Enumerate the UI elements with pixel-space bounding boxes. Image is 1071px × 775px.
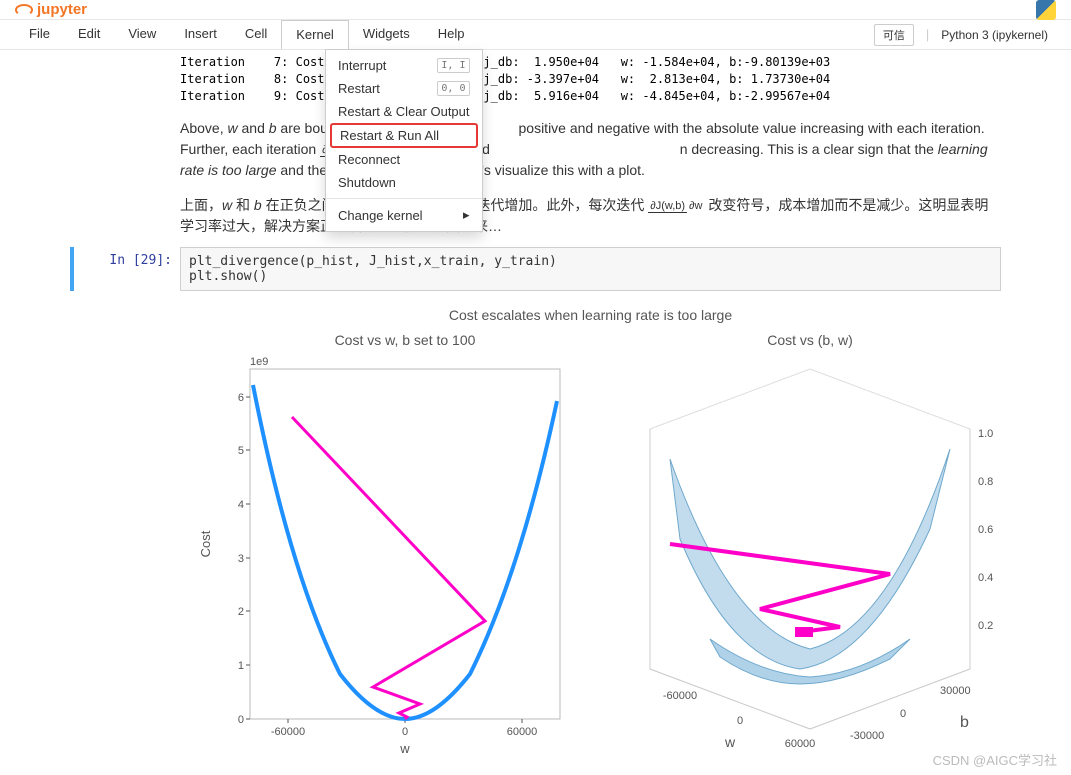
menu-cell[interactable]: Cell (231, 20, 281, 49)
output-iteration-lines: Iteration 7: Cost i6e+04, dj_db: 1.950e+… (180, 54, 1001, 104)
svg-text:0.2: 0.2 (978, 620, 993, 632)
xlabel-b: b (960, 714, 969, 731)
shortcut: 0, 0 (437, 81, 469, 96)
plot-title: Cost vs (b, w) (767, 332, 853, 348)
svg-text:1: 1 (238, 660, 244, 672)
menu-widgets[interactable]: Widgets (349, 20, 424, 49)
plot-title: Cost vs w, b set to 100 (335, 332, 476, 348)
kernel-restart[interactable]: Restart 0, 0 (326, 77, 482, 100)
code-input[interactable]: plt_divergence(p_hist, J_hist,x_train, y… (180, 247, 1001, 291)
menu-help[interactable]: Help (424, 20, 479, 49)
label: Restart & Clear Output (338, 104, 470, 119)
svg-text:0: 0 (402, 726, 408, 738)
svg-text:0: 0 (900, 708, 906, 720)
plot-cost-vs-bw: Cost vs (b, w) 0.2 0.4 0.6 0.8 (610, 329, 1010, 759)
svg-text:60000: 60000 (785, 738, 816, 750)
label: Shutdown (338, 175, 396, 190)
svg-text:6: 6 (238, 392, 244, 404)
svg-text:3: 3 (238, 553, 244, 565)
kernel-restart-clear[interactable]: Restart & Clear Output (326, 100, 482, 123)
kernel-name[interactable]: Python 3 (ipykernel) (941, 28, 1048, 42)
label: Restart & Run All (340, 128, 439, 143)
shortcut: I, I (437, 58, 469, 73)
kernel-restart-run-all[interactable]: Restart & Run All (330, 123, 478, 148)
divider (326, 198, 482, 199)
plot-cost-vs-w: Cost vs w, b set to 100 1e9 0 1 2 3 4 5 … (180, 329, 580, 759)
ylabel: Cost (198, 531, 213, 558)
svg-text:0: 0 (238, 714, 244, 726)
menu-view[interactable]: View (114, 20, 170, 49)
code-cell[interactable]: In [29]: plt_divergence(p_hist, J_hist,x… (70, 247, 1001, 291)
menu-kernel[interactable]: Kernel (281, 20, 349, 49)
svg-text:60000: 60000 (507, 726, 538, 738)
svg-text:4: 4 (238, 499, 244, 511)
jupyter-icon (15, 4, 33, 16)
menu-insert[interactable]: Insert (170, 20, 231, 49)
label: Restart (338, 81, 380, 96)
label: Change kernel (338, 208, 423, 223)
menubar: File Edit View Insert Cell Kernel Widget… (0, 20, 1071, 50)
input-prompt: In [29]: (74, 247, 180, 291)
svg-text:2: 2 (238, 606, 244, 618)
plot-suptitle: Cost escalates when learning rate is too… (180, 307, 1001, 323)
xlabel-w: w (724, 734, 736, 750)
svg-text:30000: 30000 (940, 685, 971, 697)
chevron-right-icon: ▸ (463, 207, 470, 223)
svg-text:0.6: 0.6 (978, 524, 993, 536)
header-bar: jupyter (0, 0, 1071, 20)
svg-text:0: 0 (737, 715, 743, 727)
kernel-dropdown: Interrupt I, I Restart 0, 0 Restart & Cl… (325, 49, 483, 232)
svg-text:0.4: 0.4 (978, 572, 993, 584)
kernel-shutdown[interactable]: Shutdown (326, 171, 482, 194)
svg-text:-60000: -60000 (271, 726, 305, 738)
menu-file[interactable]: File (15, 20, 64, 49)
menu-edit[interactable]: Edit (64, 20, 114, 49)
svg-text:1.0: 1.0 (978, 428, 993, 440)
watermark: CSDN @AIGC学习社 (933, 750, 1057, 769)
divergence-path (292, 417, 485, 719)
markdown-english: Above, w and b are boun xxxxxxxxxxxxxxxx… (180, 118, 1001, 181)
svg-text:5: 5 (238, 445, 244, 457)
xlabel: w (399, 741, 410, 756)
label: Interrupt (338, 58, 386, 73)
jupyter-logo: jupyter (15, 1, 87, 18)
kernel-interrupt[interactable]: Interrupt I, I (326, 54, 482, 77)
python-icon (1036, 0, 1056, 20)
svg-text:-60000: -60000 (663, 690, 697, 702)
markdown-chinese: 上面，w 和 b 在正负之间 xxxxxxxxxxxxxxxxxxx 迭代增加。… (180, 195, 1001, 237)
plot-output: Cost escalates when learning rate is too… (180, 307, 1001, 759)
svg-text:0.8: 0.8 (978, 476, 993, 488)
label: Reconnect (338, 152, 400, 167)
logo-text: jupyter (37, 1, 87, 18)
svg-text:-30000: -30000 (850, 730, 884, 742)
kernel-change[interactable]: Change kernel ▸ (326, 203, 482, 227)
kernel-reconnect[interactable]: Reconnect (326, 148, 482, 171)
notebook-area: Iteration 7: Cost i6e+04, dj_db: 1.950e+… (0, 50, 1071, 759)
trusted-badge[interactable]: 可信 (874, 24, 914, 46)
y-scale: 1e9 (250, 356, 268, 368)
